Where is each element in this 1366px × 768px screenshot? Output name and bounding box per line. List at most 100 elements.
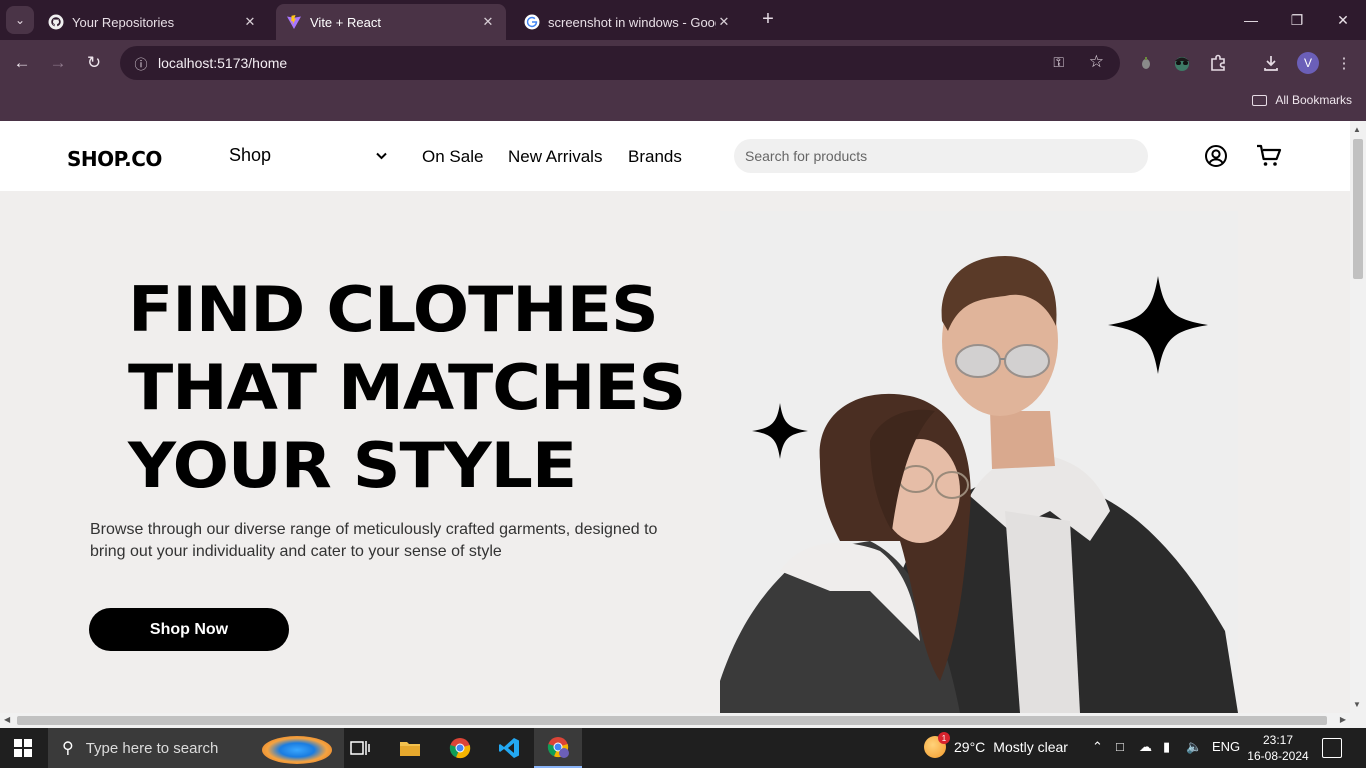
weather-temperature: 29°C <box>954 739 986 755</box>
hero-title-line: THAT MATCHES <box>128 351 686 424</box>
clock-date: 16-08-2024 <box>1247 749 1309 763</box>
shop-dropdown[interactable]: Shop <box>229 145 389 166</box>
hero-title-line: FIND CLOTHES <box>128 273 659 346</box>
site-logo[interactable]: SHOP.CO <box>67 147 162 171</box>
tab-google-search[interactable]: screenshot in windows - Google Search ✕ <box>514 4 744 40</box>
google-icon <box>524 14 540 30</box>
restore-icon: ❐ <box>1290 11 1304 28</box>
sparkle-large-icon <box>1108 276 1208 374</box>
file-explorer-icon[interactable] <box>398 736 422 760</box>
hero-couple-illustration <box>720 256 1238 713</box>
nav-link-on-sale[interactable]: On Sale <box>422 147 483 167</box>
input-language[interactable]: ENG <box>1212 739 1240 754</box>
taskbar-search-placeholder: Type here to search <box>85 739 219 757</box>
product-search-input[interactable] <box>734 139 1148 173</box>
reload-icon: ↻ <box>86 53 102 72</box>
bookmarks-bar: All Bookmarks <box>0 86 1366 121</box>
downloads-icon[interactable] <box>1260 52 1282 74</box>
scroll-right-icon[interactable]: ▶ <box>1340 715 1346 724</box>
back-button[interactable]: ← <box>9 50 35 76</box>
site-info-icon[interactable]: ⓘ <box>124 54 158 73</box>
all-bookmarks-label: All Bookmarks <box>1275 93 1352 107</box>
tab-title: Your Repositories <box>72 14 175 30</box>
vite-icon <box>287 15 301 29</box>
volume-icon[interactable]: 🔈 <box>1186 739 1202 755</box>
tab-vite-react[interactable]: Vite + React ✕ <box>276 4 506 40</box>
vscode-icon[interactable] <box>497 736 521 760</box>
nav-link-brands[interactable]: Brands <box>628 147 682 167</box>
account-icon[interactable] <box>1204 144 1228 168</box>
weather-moon-icon: 1 <box>924 732 950 758</box>
scroll-down-icon[interactable]: ▼ <box>1353 700 1361 709</box>
url-text: localhost:5173/home <box>158 55 288 71</box>
minimize-button[interactable]: — <box>1228 0 1274 40</box>
cart-icon[interactable] <box>1256 144 1282 168</box>
hero-image <box>720 211 1238 713</box>
password-key-icon[interactable]: ⚿ <box>1053 54 1064 71</box>
reload-button[interactable]: ↻ <box>81 50 107 76</box>
vertical-scrollbar[interactable]: ▲ ▼ <box>1350 121 1366 713</box>
onedrive-icon[interactable]: ☁ <box>1139 739 1152 755</box>
folder-icon <box>1252 94 1268 106</box>
extensions-puzzle-icon[interactable] <box>1207 52 1229 74</box>
all-bookmarks-button[interactable]: All Bookmarks <box>1252 93 1352 107</box>
search-icon: ⚲ <box>62 740 74 757</box>
tab-title: screenshot in windows - Google Search <box>548 14 716 30</box>
new-tab-button[interactable]: + <box>756 8 780 32</box>
sparkle-small-icon <box>752 403 808 459</box>
close-tab-icon[interactable]: ✕ <box>716 14 732 30</box>
nav-link-new-arrivals[interactable]: New Arrivals <box>508 147 602 167</box>
browser-toolbar: ← → ↻ ⓘ localhost:5173/home ⚿ ☆ V ⋮ <box>0 40 1366 86</box>
task-view-icon[interactable] <box>348 736 372 760</box>
system-clock[interactable]: 23:17 16-08-2024 <box>1246 732 1310 764</box>
vertical-scroll-thumb[interactable] <box>1353 139 1363 279</box>
hero-title: FIND CLOTHES THAT MATCHES YOUR STYLE <box>128 271 770 505</box>
spy-extension-icon[interactable] <box>1171 52 1193 74</box>
meet-now-icon[interactable]: □ <box>1116 739 1124 754</box>
chevron-down-icon <box>376 149 387 163</box>
chrome-icon[interactable] <box>448 736 472 760</box>
menu-kebab-icon[interactable]: ⋮ <box>1333 52 1355 74</box>
chrome-profile-taskbar-icon[interactable] <box>534 728 582 768</box>
horizontal-scroll-thumb[interactable] <box>17 716 1327 725</box>
windows-start-button[interactable] <box>14 739 32 757</box>
close-window-button[interactable]: ✕ <box>1320 0 1366 40</box>
notification-center-icon[interactable] <box>1322 738 1342 758</box>
battery-icon[interactable]: ▮ <box>1163 739 1170 755</box>
scroll-left-icon[interactable]: ◀ <box>4 715 10 724</box>
search-highlight-image <box>262 736 332 764</box>
show-hidden-icons-chevron-icon[interactable]: ⌃ <box>1092 739 1103 755</box>
hero-title-line: YOUR STYLE <box>128 429 577 502</box>
tab-title: Vite + React <box>310 14 381 30</box>
chevron-down-icon: ⌄ <box>14 13 26 27</box>
shop-now-button[interactable]: Shop Now <box>89 608 289 651</box>
forward-button[interactable]: → <box>45 50 71 76</box>
restore-button[interactable]: ❐ <box>1274 0 1320 40</box>
tab-your-repositories[interactable]: Your Repositories ✕ <box>38 4 268 40</box>
extension-icon[interactable] <box>1135 52 1157 74</box>
weather-description: Mostly clear <box>993 739 1068 755</box>
clock-time: 23:17 <box>1262 733 1294 747</box>
shop-label: Shop <box>229 145 272 165</box>
close-icon: ✕ <box>1337 11 1349 28</box>
web-page: SHOP.CO Shop On Sale New Arrivals Brands… <box>0 121 1350 713</box>
address-bar[interactable]: ⓘ localhost:5173/home ⚿ ☆ <box>120 46 1120 80</box>
weather-widget[interactable]: 1 29°C Mostly clear <box>924 732 1068 758</box>
arrow-left-icon: ← <box>13 53 31 72</box>
windows-taskbar: ⚲ Type here to search 1 29°C Mostly clea… <box>0 728 1366 768</box>
horizontal-scrollbar[interactable]: ◀ ▶ <box>0 713 1366 728</box>
profile-avatar[interactable]: V <box>1297 52 1319 74</box>
minimize-icon: — <box>1244 12 1258 28</box>
plus-icon: + <box>762 8 774 30</box>
tab-search-button[interactable]: ⌄ <box>6 6 34 34</box>
github-icon <box>48 14 64 30</box>
close-tab-icon[interactable]: ✕ <box>242 14 258 30</box>
hero-description: Browse through our diverse range of meti… <box>90 521 658 560</box>
bookmark-star-icon[interactable]: ☆ <box>1089 52 1104 72</box>
arrow-right-icon: → <box>49 53 67 72</box>
weather-badge: 1 <box>938 732 950 744</box>
scroll-up-icon[interactable]: ▲ <box>1353 125 1361 134</box>
close-tab-icon[interactable]: ✕ <box>480 14 496 30</box>
site-navbar: SHOP.CO Shop On Sale New Arrivals Brands <box>0 121 1350 191</box>
taskbar-search-box[interactable]: ⚲ Type here to search <box>48 728 344 768</box>
